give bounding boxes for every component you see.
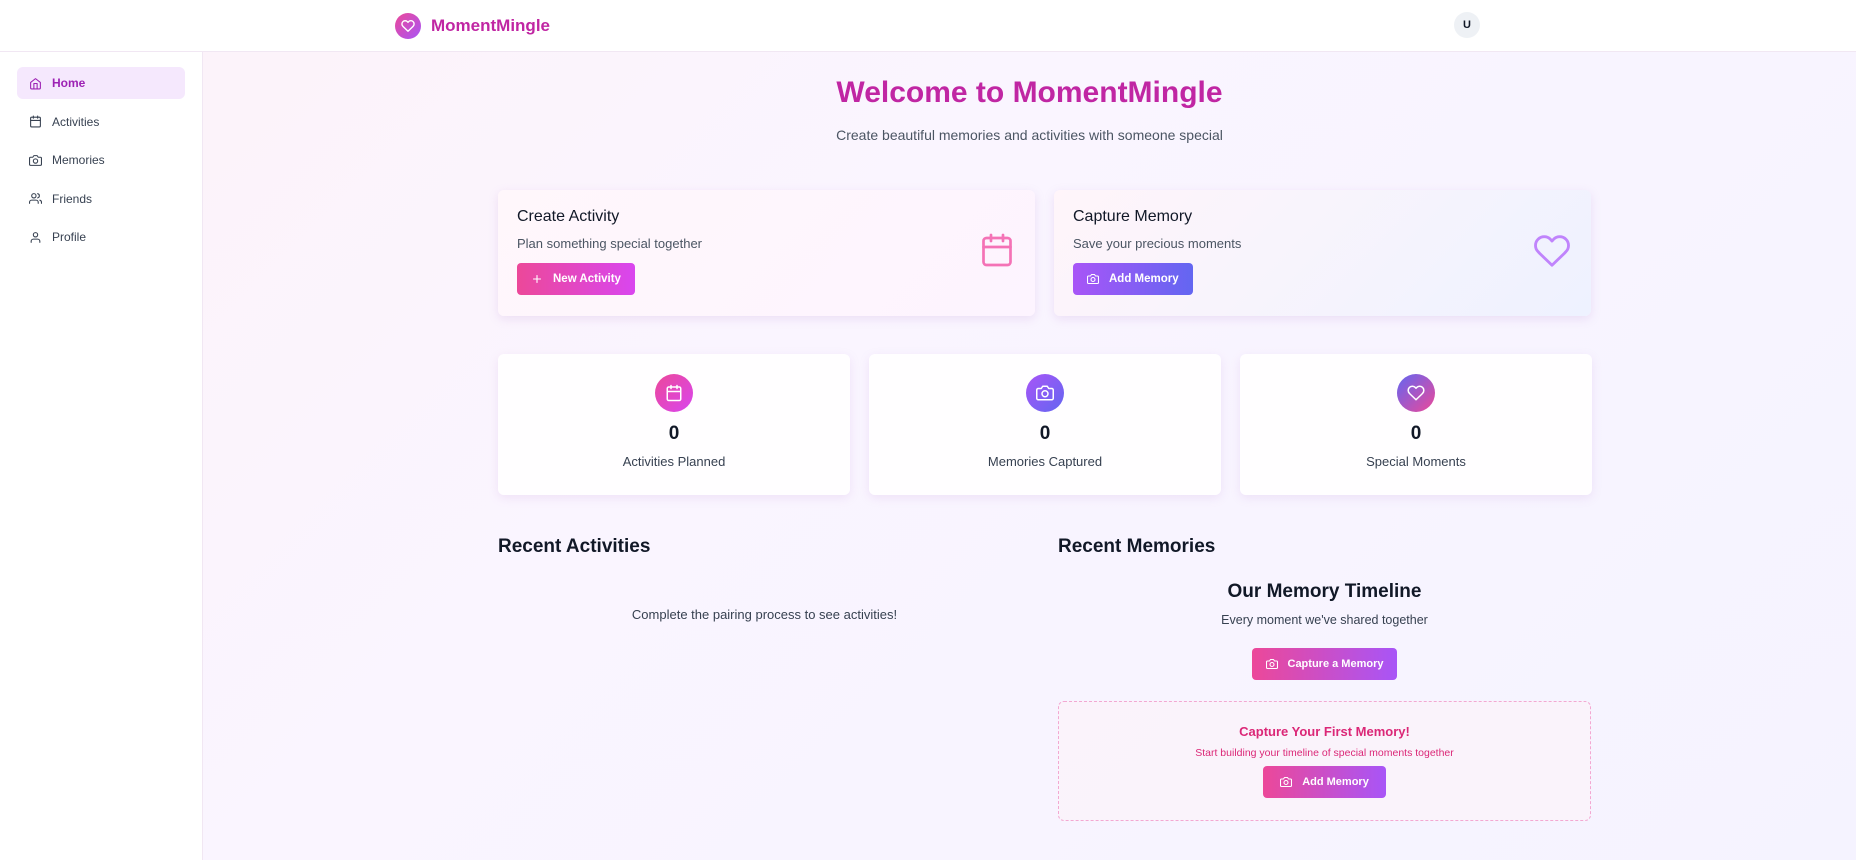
camera-icon xyxy=(1265,658,1278,670)
capture-memory-button[interactable]: Capture a Memory xyxy=(1251,648,1398,680)
card-description: Save your precious moments xyxy=(1073,236,1242,251)
stat-value: 0 xyxy=(668,423,680,444)
stat-value: 0 xyxy=(1039,423,1051,444)
placeholder-title: Capture Your First Memory! xyxy=(1239,724,1410,739)
camera-icon xyxy=(29,154,42,166)
stat-card-moments: 0 Special Moments xyxy=(1240,354,1592,495)
placeholder-subtitle: Start building your timeline of special … xyxy=(1195,747,1454,759)
brand[interactable]: MomentMingle xyxy=(395,13,550,39)
users-icon xyxy=(29,193,42,204)
add-memory-button[interactable]: Add Memory xyxy=(1073,263,1193,295)
recent-activities-title: Recent Activities xyxy=(498,536,651,557)
plus-icon xyxy=(532,274,542,284)
first-memory-placeholder: Capture Your First Memory! Start buildin… xyxy=(1058,701,1591,821)
sidebar-item-label: Memories xyxy=(52,153,105,167)
sidebar-item-friends[interactable]: Friends xyxy=(17,183,185,215)
timeline-subtitle: Every moment we've shared together xyxy=(1221,613,1428,627)
sidebar-item-activities[interactable]: Activities xyxy=(17,106,185,138)
add-first-memory-button[interactable]: Add Memory xyxy=(1263,766,1386,798)
calendar-icon xyxy=(30,115,41,128)
button-label: Add Memory xyxy=(1302,776,1369,788)
stat-label: Activities Planned xyxy=(622,454,726,469)
home-icon xyxy=(30,77,41,89)
user-avatar[interactable]: U xyxy=(1454,12,1480,38)
app-name: MomentMingle xyxy=(431,16,550,35)
sidebar-item-memories[interactable]: Memories xyxy=(17,144,185,176)
user-icon xyxy=(30,231,41,243)
page-subtitle: Create beautiful memories and activities… xyxy=(836,127,1223,143)
sidebar-item-profile[interactable]: Profile xyxy=(17,221,185,253)
new-activity-button[interactable]: New Activity xyxy=(517,263,635,295)
top-navbar: MomentMingle U xyxy=(0,0,1856,52)
stat-label: Special Moments xyxy=(1366,454,1466,469)
camera-icon xyxy=(1026,374,1064,412)
calendar-icon xyxy=(655,374,693,412)
button-label: Capture a Memory xyxy=(1287,658,1384,670)
sidebar-item-label: Activities xyxy=(52,114,100,129)
sidebar-item-label: Friends xyxy=(52,191,93,206)
activities-empty-message: Complete the pairing process to see acti… xyxy=(631,607,898,622)
card-description: Plan something special together xyxy=(517,236,703,251)
stat-card-memories: 0 Memories Captured xyxy=(869,354,1221,495)
sidebar: Home Activities Memories Friends Profile xyxy=(0,52,203,860)
sidebar-item-label: Home xyxy=(52,76,86,90)
sidebar-item-home[interactable]: Home xyxy=(17,67,185,99)
card-title: Capture Memory xyxy=(1073,208,1193,225)
timeline-actions: Capture a Memory xyxy=(1058,648,1591,680)
create-activity-card: Create Activity Plan something special t… xyxy=(498,190,1035,316)
button-label: Add Memory xyxy=(1109,273,1179,285)
camera-icon xyxy=(1280,776,1293,788)
stat-card-activities: 0 Activities Planned xyxy=(498,354,850,495)
heart-icon xyxy=(1534,235,1570,267)
calendar-icon xyxy=(982,233,1012,267)
heart-icon xyxy=(1397,374,1435,412)
sidebar-item-label: Profile xyxy=(52,230,87,244)
card-title: Create Activity xyxy=(517,208,620,225)
recent-memories-title: Recent Memories xyxy=(1058,536,1216,557)
button-label: New Activity xyxy=(553,273,621,285)
camera-icon xyxy=(1087,273,1099,285)
stat-label: Memories Captured xyxy=(987,454,1103,469)
heart-icon xyxy=(395,13,421,39)
page-title: Welcome to MomentMingle xyxy=(836,76,1223,109)
timeline-title: Our Memory Timeline xyxy=(1227,581,1422,602)
stat-value: 0 xyxy=(1410,423,1422,444)
capture-memory-card: Capture Memory Save your precious moment… xyxy=(1054,190,1591,316)
